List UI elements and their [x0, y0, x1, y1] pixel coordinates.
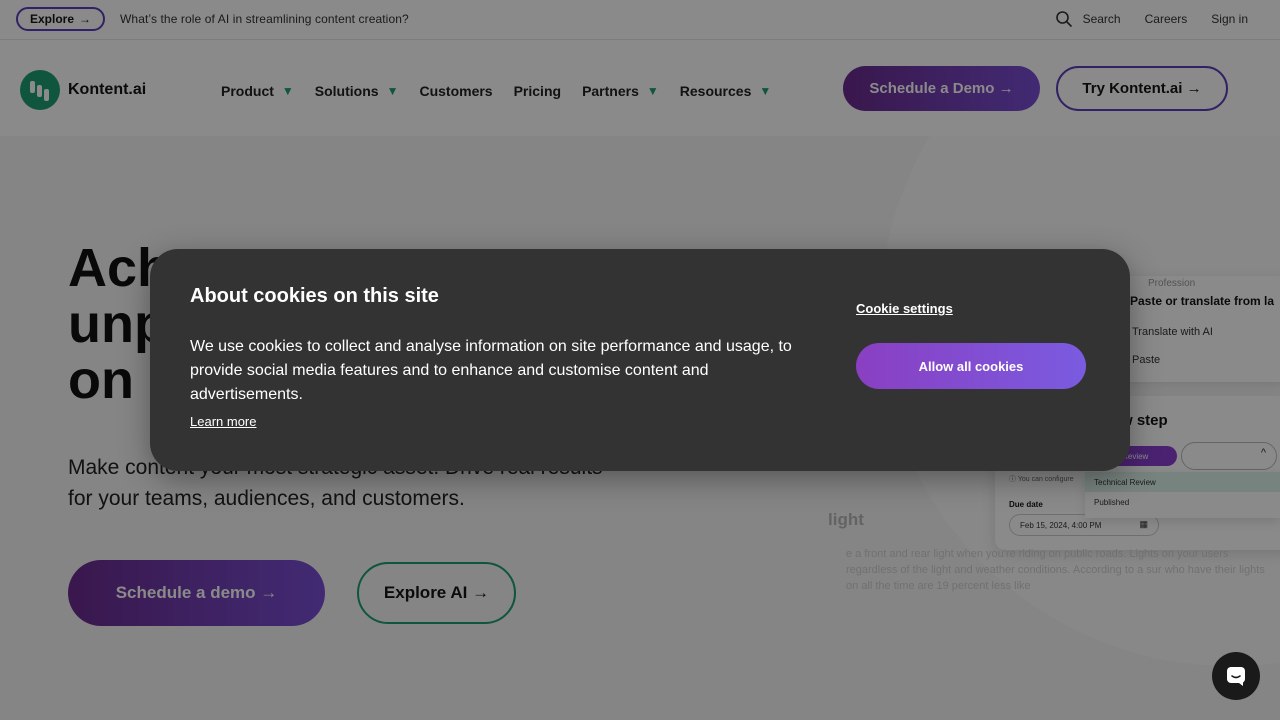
- cookie-dialog: About cookies on this site We use cookie…: [150, 249, 1130, 471]
- cookie-dialog-text: We use cookies to collect and analyse in…: [190, 338, 792, 403]
- learn-more-link[interactable]: Learn more: [190, 414, 256, 429]
- chat-icon: [1227, 667, 1245, 686]
- allow-all-cookies-button[interactable]: Allow all cookies: [856, 343, 1086, 389]
- cookie-dialog-title: About cookies on this site: [190, 285, 439, 307]
- chat-launcher-button[interactable]: [1212, 652, 1260, 700]
- cookie-settings-link[interactable]: Cookie settings: [856, 301, 953, 316]
